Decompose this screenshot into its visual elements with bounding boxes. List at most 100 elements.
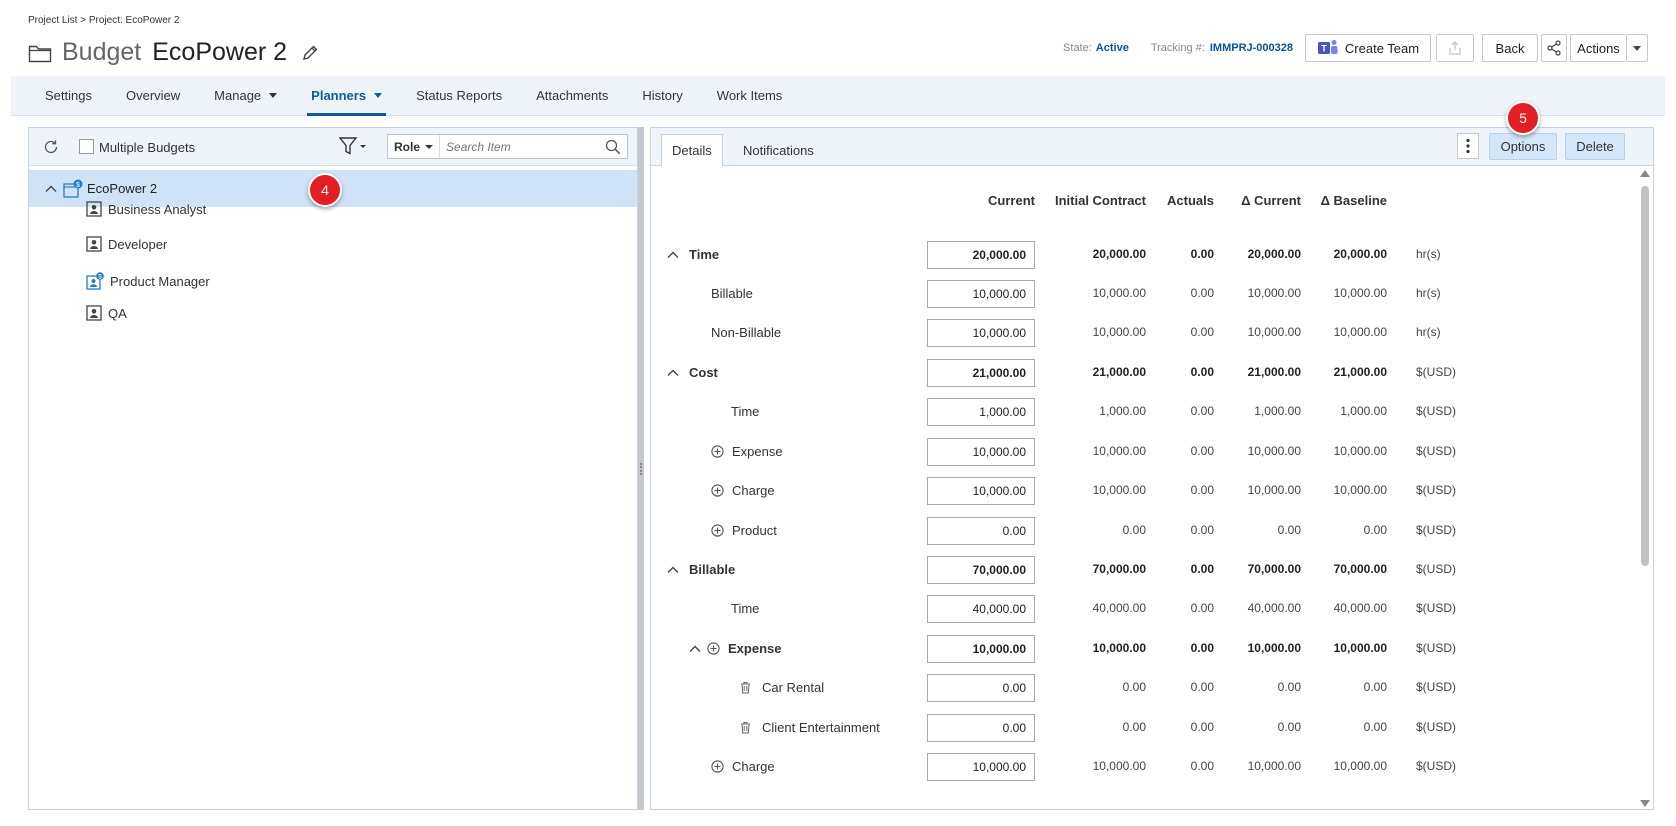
actions-button[interactable]: Actions [1570, 34, 1626, 62]
expand-plus-icon[interactable] [711, 484, 724, 497]
create-team-button[interactable]: T Create Team [1305, 34, 1431, 62]
delta-baseline-value: 70,000.00 [1333, 562, 1387, 576]
tracking-value: IMMPRJ-000328 [1209, 42, 1293, 54]
scroll-down-icon[interactable] [1640, 800, 1650, 807]
initial-contract-value: 10,000.00 [1092, 286, 1146, 300]
pencil-icon[interactable] [301, 44, 319, 62]
chevron-up-icon[interactable] [45, 183, 57, 195]
page-title: EcoPower 2 [152, 38, 288, 66]
trash-icon[interactable] [739, 721, 752, 734]
current-input[interactable] [927, 517, 1035, 545]
table-row: Charge 10,000.00 0.00 10,000.00 10,000.0… [651, 747, 1636, 789]
current-input[interactable] [927, 635, 1035, 663]
actuals-value: 0.00 [1190, 444, 1214, 458]
chevron-up-icon[interactable] [689, 643, 701, 655]
current-input[interactable] [927, 753, 1035, 781]
splitter-grip-icon[interactable] [640, 463, 642, 475]
initial-contract-value: 10,000.00 [1092, 759, 1146, 773]
delete-button[interactable]: Delete [1565, 133, 1625, 160]
step-badge-4: 4 [308, 173, 342, 207]
budget-details-panel: Details Notifications Options Delete Cur… [650, 127, 1654, 810]
chevron-up-icon[interactable] [667, 249, 679, 261]
expand-plus-icon[interactable] [707, 642, 720, 655]
current-input[interactable] [927, 674, 1035, 702]
current-input[interactable] [927, 595, 1035, 623]
initial-contract-value: 10,000.00 [1092, 444, 1146, 458]
delta-baseline-value: 40,000.00 [1333, 601, 1387, 615]
tree-item-product-manager[interactable]: $ Product Manager [86, 272, 210, 290]
actuals-value: 0.00 [1190, 720, 1214, 734]
scrollbar-thumb[interactable] [1641, 186, 1649, 566]
tree-item-qa[interactable]: QA [86, 305, 127, 321]
refresh-icon[interactable] [42, 138, 60, 156]
step-badge-5: 5 [1506, 101, 1540, 135]
row-label: Client Entertainment [762, 720, 880, 735]
multiple-budgets-label: Multiple Budgets [99, 140, 196, 155]
tree-item-developer[interactable]: Developer [86, 236, 167, 252]
unit-label: hr(s) [1416, 286, 1441, 300]
tab-overview[interactable]: Overview [126, 76, 180, 116]
tab-work-items[interactable]: Work Items [717, 76, 783, 116]
unit-label: $(USD) [1416, 720, 1457, 734]
expand-plus-icon[interactable] [711, 445, 724, 458]
column-header-delta-current: Δ Current [1241, 193, 1301, 208]
row-label: Billable [711, 286, 753, 301]
tree-root-label: EcoPower 2 [87, 181, 158, 196]
upload-button[interactable] [1436, 34, 1474, 62]
search-icon[interactable] [605, 139, 621, 155]
delta-baseline-value: 10,000.00 [1333, 444, 1387, 458]
more-options-button[interactable] [1457, 133, 1479, 159]
header-actions: State: Active Tracking #: IMMPRJ-000328 … [1063, 34, 1648, 62]
delta-current-value: 21,000.00 [1247, 365, 1301, 379]
expand-plus-icon[interactable] [711, 524, 724, 537]
column-header-initial-contract: Initial Contract [1054, 193, 1146, 208]
tab-history[interactable]: History [642, 76, 682, 116]
actuals-value: 0.00 [1190, 641, 1214, 655]
chevron-up-icon[interactable] [667, 564, 679, 576]
tab-notifications[interactable]: Notifications [733, 134, 824, 167]
tab-attachments[interactable]: Attachments [536, 76, 608, 116]
initial-contract-value: 0.00 [1122, 680, 1146, 694]
filter-icon[interactable] [339, 136, 367, 156]
unit-label: $(USD) [1416, 483, 1457, 497]
delta-current-value: 0.00 [1277, 720, 1301, 734]
unit-label: $(USD) [1416, 444, 1457, 458]
current-input[interactable] [927, 319, 1035, 347]
actuals-value: 0.00 [1190, 680, 1214, 694]
chevron-down-icon [269, 93, 278, 98]
current-input[interactable] [927, 241, 1035, 269]
options-button[interactable]: Options [1489, 133, 1557, 160]
multiple-budgets-checkbox[interactable] [79, 139, 94, 154]
current-input[interactable] [927, 438, 1035, 466]
tab-status-reports[interactable]: Status Reports [416, 76, 502, 116]
state-label: State: [1063, 42, 1092, 54]
tab-settings[interactable]: Settings [45, 76, 92, 116]
back-button[interactable]: Back [1482, 34, 1538, 62]
chevron-up-icon[interactable] [667, 367, 679, 379]
unit-label: $(USD) [1416, 601, 1457, 615]
role-select[interactable]: Role [388, 135, 441, 158]
row-label: Time [689, 247, 720, 262]
current-input[interactable] [927, 714, 1035, 742]
actions-dropdown-button[interactable] [1626, 34, 1648, 62]
initial-contract-value: 0.00 [1122, 523, 1146, 537]
current-input[interactable] [927, 280, 1035, 308]
tab-details[interactable]: Details [661, 134, 723, 167]
vertical-scrollbar[interactable] [1637, 166, 1653, 809]
unit-label: $(USD) [1416, 523, 1457, 537]
current-input[interactable] [927, 477, 1035, 505]
current-input[interactable] [927, 359, 1035, 387]
share-button[interactable] [1541, 34, 1567, 62]
tree-item-business-analyst[interactable]: Business Analyst [86, 201, 206, 217]
current-input[interactable] [927, 398, 1035, 426]
expand-plus-icon[interactable] [711, 760, 724, 773]
tab-planners[interactable]: Planners [307, 76, 386, 116]
delta-baseline-value: 1,000.00 [1340, 404, 1387, 418]
scroll-up-icon[interactable] [1640, 170, 1650, 177]
breadcrumb[interactable]: Project List > Project: EcoPower 2 [28, 15, 179, 26]
unit-label: hr(s) [1416, 325, 1441, 339]
tab-manage[interactable]: Manage [214, 76, 278, 116]
current-input[interactable] [927, 556, 1035, 584]
search-input[interactable] [440, 139, 601, 154]
trash-icon[interactable] [739, 681, 752, 694]
